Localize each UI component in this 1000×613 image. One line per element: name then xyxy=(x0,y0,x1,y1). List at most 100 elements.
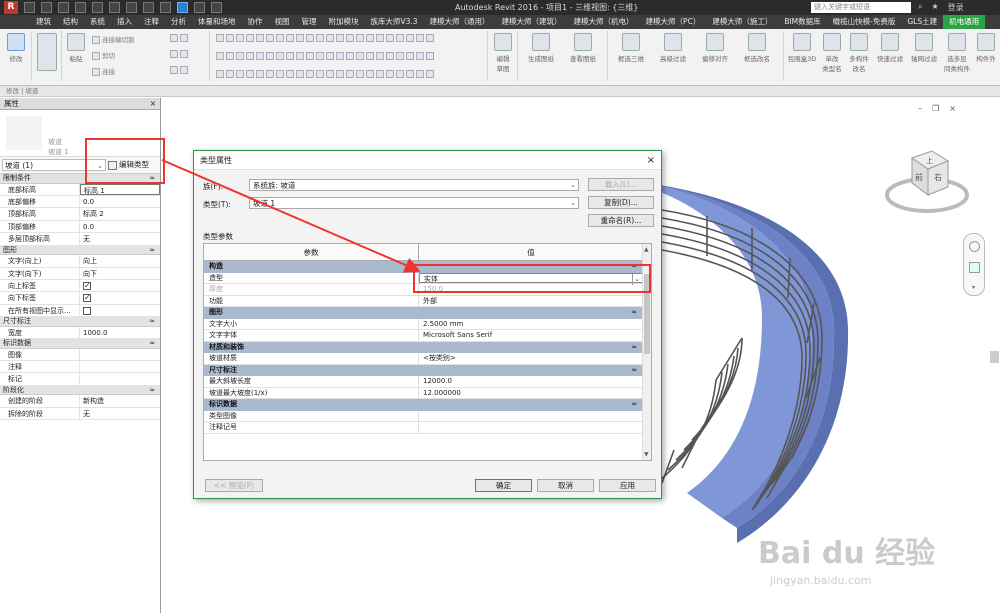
close-icon[interactable]: × xyxy=(150,98,156,110)
move-icon[interactable] xyxy=(216,52,436,60)
undo-icon[interactable] xyxy=(58,2,69,13)
property-value[interactable]: 标高 1 xyxy=(80,183,160,195)
align-icon[interactable] xyxy=(216,34,436,42)
save-icon[interactable] xyxy=(41,2,52,13)
property-row[interactable]: 多层顶部标高无 xyxy=(0,233,160,246)
parameter-value[interactable]: 12000.0 xyxy=(419,376,643,387)
ribbon-tab[interactable]: 附加模块 xyxy=(323,15,365,29)
viewport-scroll-thumb[interactable] xyxy=(990,351,999,363)
ok-button[interactable]: 确定 xyxy=(475,479,532,492)
property-value[interactable]: 向下 xyxy=(80,268,160,279)
property-value[interactable]: 向上 xyxy=(80,255,160,266)
checkbox[interactable] xyxy=(83,280,91,291)
property-value[interactable] xyxy=(80,280,160,291)
property-value[interactable] xyxy=(80,292,160,304)
ribbon-tab[interactable]: 管理 xyxy=(296,15,323,29)
parameter-row[interactable]: 文字字体 Microsoft Sans Serif xyxy=(204,330,643,342)
parameter-value[interactable] xyxy=(419,411,643,422)
parameter-row[interactable]: 类型图像 xyxy=(204,410,643,422)
collapse-icon[interactable]: ≈ xyxy=(631,365,637,377)
array-icon[interactable] xyxy=(216,70,436,78)
parameter-value[interactable]: 2.5000 mm xyxy=(419,319,643,330)
chevron-down-icon[interactable]: ▾ xyxy=(972,284,975,291)
ribbon-tab[interactable]: 建模大师（通用） xyxy=(424,15,496,29)
print-icon[interactable] xyxy=(92,2,103,13)
text-icon[interactable] xyxy=(126,2,137,13)
checkbox[interactable] xyxy=(83,306,91,315)
pin-icon[interactable] xyxy=(170,66,190,74)
property-row[interactable]: 顶部标高 标高 2 xyxy=(0,208,160,221)
parameter-value[interactable]: 外部 xyxy=(419,296,643,307)
collapse-icon[interactable]: ≈ xyxy=(149,386,155,396)
property-row[interactable]: 向下标签 xyxy=(0,292,160,305)
collapse-icon[interactable]: ≈ xyxy=(631,399,637,411)
property-value[interactable]: 0.0 xyxy=(80,221,160,232)
column-header-value[interactable]: 值 xyxy=(419,244,643,260)
ribbon-tab[interactable]: BIM数据库 xyxy=(778,15,826,29)
property-section-header[interactable]: 尺寸标注 ≈ xyxy=(0,317,160,327)
parameter-row[interactable]: 坡道最大坡度(1/x) 12.000000 xyxy=(204,387,643,399)
measure-icon[interactable] xyxy=(109,2,120,13)
steering-wheel-icon[interactable] xyxy=(969,241,980,252)
collapse-icon[interactable]: ≈ xyxy=(149,339,155,349)
ribbon-tab[interactable]: 插入 xyxy=(111,15,138,29)
ribbon-tab[interactable]: 分析 xyxy=(165,15,192,29)
ribbon-tab[interactable]: 结构 xyxy=(57,15,84,29)
switch-window-icon[interactable] xyxy=(211,2,222,13)
ribbon-tab[interactable]: 系统 xyxy=(84,15,111,29)
close-icon[interactable]: × xyxy=(647,151,655,170)
scroll-down-icon[interactable]: ▼ xyxy=(644,451,649,458)
collapse-icon[interactable]: ≈ xyxy=(631,342,637,354)
collapse-icon[interactable]: ≈ xyxy=(149,246,155,256)
paste-button[interactable]: 粘贴 xyxy=(64,33,88,63)
close-hidden-icon[interactable] xyxy=(194,2,205,13)
property-row[interactable]: 文字(向下) 向下 xyxy=(0,267,160,280)
ribbon-tab[interactable]: 建模大师（建筑） xyxy=(496,15,568,29)
parameter-value[interactable]: <按类别> xyxy=(419,353,643,364)
property-row[interactable]: 宽度 1000.0 xyxy=(0,326,160,340)
property-row[interactable]: 创建的阶段 新构造 xyxy=(0,395,160,408)
parameter-row[interactable]: 注释记号 xyxy=(204,422,643,434)
parameter-group-header[interactable]: 尺寸标注 ≈ xyxy=(204,364,643,377)
axis-filter-button[interactable]: 轴网过滤 xyxy=(908,33,940,63)
match-icon[interactable] xyxy=(170,50,190,58)
redo-icon[interactable] xyxy=(75,2,86,13)
type-select[interactable]: 坡道 1 ⌄ xyxy=(249,197,579,209)
column-header-parameter[interactable]: 参数 xyxy=(204,244,419,260)
ribbon-tab[interactable]: 建模大师（PC） xyxy=(640,15,707,29)
offset-align-button[interactable]: 偏移对齐 xyxy=(696,33,734,63)
property-value[interactable] xyxy=(80,349,160,360)
open-icon[interactable] xyxy=(24,2,35,13)
binoculars-icon[interactable]: ⌕ xyxy=(918,2,922,13)
parameter-value[interactable] xyxy=(419,422,643,433)
property-row[interactable]: 标记 xyxy=(0,373,160,386)
property-value[interactable]: 无 xyxy=(80,233,160,244)
component-ext-button[interactable]: 构件外 xyxy=(974,33,998,63)
property-row[interactable]: 底部标高 标高 1 xyxy=(0,183,160,196)
join-cut-button[interactable]: 连接端切割 xyxy=(92,34,135,44)
3d-view-icon[interactable] xyxy=(143,2,154,13)
ribbon-tab[interactable]: 机电通用 xyxy=(943,15,986,29)
advanced-filter-button[interactable]: 高级过滤 xyxy=(654,33,692,63)
property-row[interactable]: 文字(向上) 向上 xyxy=(0,255,160,268)
modify-button[interactable]: 修改 xyxy=(5,33,27,63)
property-value[interactable] xyxy=(80,373,160,384)
preview-button[interactable]: << 预览(P) xyxy=(205,479,263,492)
quick-filter-button[interactable]: 快速过滤 xyxy=(874,33,906,63)
bbox-3d-button[interactable]: 包围盒3D xyxy=(786,33,818,63)
duplicate-button[interactable]: 复制(D)... xyxy=(588,196,654,209)
thin-lines-icon[interactable] xyxy=(177,2,188,13)
property-row[interactable]: 在所有视图中显示... xyxy=(0,304,160,318)
property-row[interactable]: 底部偏移 0.0 xyxy=(0,195,160,209)
property-row[interactable]: 向上标签 xyxy=(0,279,160,293)
family-select[interactable]: 系统族: 坡道 ⌄ xyxy=(249,179,579,191)
ribbon-tab[interactable]: 视图 xyxy=(269,15,296,29)
join-button[interactable]: 连接 xyxy=(92,66,115,76)
ribbon-tab[interactable]: 协作 xyxy=(242,15,269,29)
view-cube[interactable]: 上 前 右 xyxy=(882,143,972,223)
load-button[interactable]: 载入(L)... xyxy=(588,178,654,191)
parameter-row[interactable]: 坡道材质 <按类别> xyxy=(204,353,643,365)
scroll-up-icon[interactable]: ▲ xyxy=(644,246,649,253)
property-row[interactable]: 顶部偏移 0.0 xyxy=(0,220,160,234)
edit-sketch-button[interactable]: 编辑 草图 xyxy=(491,33,515,73)
